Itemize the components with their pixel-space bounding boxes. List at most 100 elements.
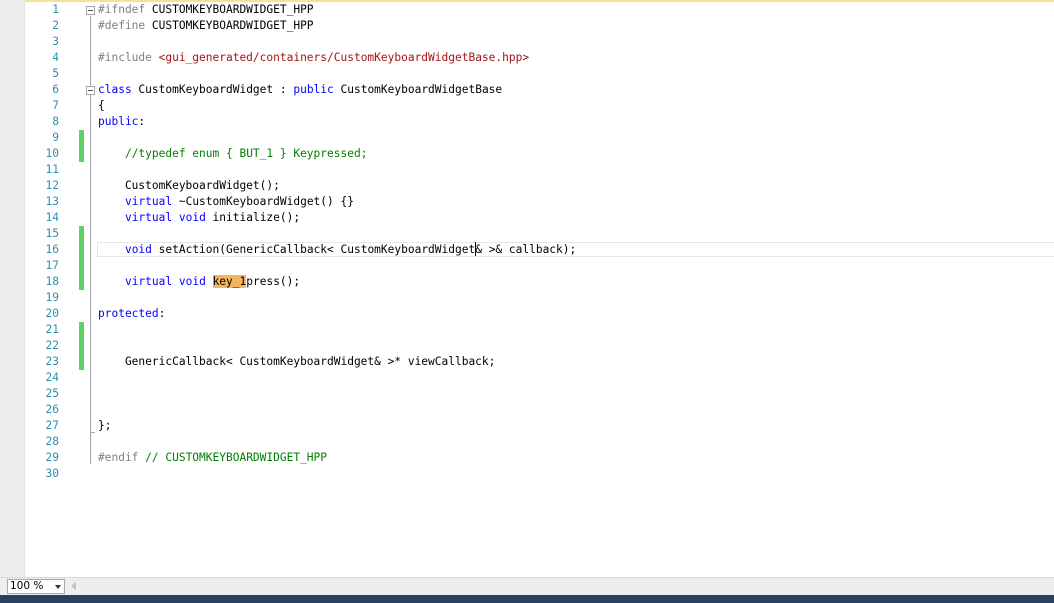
code-line[interactable]: 14 virtual void initialize(); <box>0 210 1054 226</box>
line-number: 19 <box>45 291 59 304</box>
code-token: //typedef enum { BUT_1 } Keypressed; <box>124 147 368 160</box>
code-text: #endif // CUSTOMKEYBOARDWIDGET_HPP <box>98 450 327 466</box>
code-line[interactable]: 18 virtual void key_1press(); <box>0 274 1054 290</box>
window-bottom-bar <box>0 595 1054 603</box>
code-text: #include <gui_generated/containers/Custo… <box>98 50 529 66</box>
code-text: #ifndef CUSTOMKEYBOARDWIDGET_HPP <box>98 2 314 18</box>
code-token: // CUSTOMKEYBOARDWIDGET_HPP <box>145 451 328 464</box>
code-line[interactable]: 27}; <box>0 418 1054 434</box>
code-token: #include <box>98 51 159 64</box>
line-number: 11 <box>45 163 59 176</box>
line-number: 20 <box>45 307 59 320</box>
line-number: 5 <box>52 67 59 80</box>
code-line[interactable]: 20 protected: <box>0 306 1054 322</box>
code-line[interactable]: 4 #include <gui_generated/containers/Cust… <box>0 50 1054 66</box>
line-number: 22 <box>45 339 59 352</box>
code-line[interactable]: 15 <box>0 226 1054 242</box>
code-token: virtual <box>124 195 173 208</box>
change-marker <box>79 354 84 370</box>
line-number: 25 <box>45 387 59 400</box>
code-token: protected <box>98 307 159 320</box>
code-line[interactable]: 23 GenericCallback< CustomKeyboardWidget… <box>0 354 1054 370</box>
code-token: { <box>98 99 105 112</box>
scroll-left-icon[interactable] <box>71 582 76 590</box>
code-line[interactable]: 3 <box>0 34 1054 50</box>
code-line[interactable]: 28 <box>0 434 1054 450</box>
code-text: void setAction(GenericCallback< CustomKe… <box>98 242 576 258</box>
line-number: 18 <box>45 275 59 288</box>
code-editor[interactable]: 1 #ifndef CUSTOMKEYBOARDWIDGET_HPP 2 #defin… <box>0 0 1054 577</box>
line-number: 26 <box>45 403 59 416</box>
code-token: void <box>124 243 152 256</box>
code-text: virtual void key_1press(); <box>98 274 300 290</box>
line-number: 24 <box>45 371 59 384</box>
code-token: ~CustomKeyboardWidget() {} <box>172 195 354 208</box>
code-line[interactable]: 26 <box>0 402 1054 418</box>
change-marker <box>79 226 84 242</box>
code-line[interactable]: 25 <box>0 386 1054 402</box>
code-text: { <box>98 98 105 114</box>
code-text: public: <box>98 114 145 130</box>
line-number: 15 <box>45 227 59 240</box>
code-line[interactable]: 10 //typedef enum { BUT_1 } Keypressed; <box>0 146 1054 162</box>
code-token: CUSTOMKEYBOARDWIDGET_HPP <box>151 19 314 32</box>
code-token: }; <box>98 419 112 432</box>
code-line[interactable]: 1 #ifndef CUSTOMKEYBOARDWIDGET_HPP <box>0 2 1054 18</box>
code-token: setAction(GenericCallback< CustomKeyboar… <box>151 243 476 256</box>
line-number: 2 <box>52 19 59 32</box>
line-number: 12 <box>45 179 59 192</box>
code-line[interactable]: 17 <box>0 258 1054 274</box>
code-token: public <box>98 115 139 128</box>
search-highlight: key_1 <box>212 275 247 288</box>
code-line[interactable]: 11 <box>0 162 1054 178</box>
code-line[interactable]: 16 void setAction(GenericCallback< Custo… <box>0 242 1054 258</box>
code-line[interactable]: 6 class CustomKeyboardWidget : public Cus… <box>0 82 1054 98</box>
change-marker <box>79 146 84 162</box>
code-text: #define CUSTOMKEYBOARDWIDGET_HPP <box>98 18 314 34</box>
code-token: & >& callback); <box>475 243 577 256</box>
code-token: void <box>178 275 206 288</box>
horizontal-scrollbar[interactable] <box>84 580 1050 593</box>
code-token: class <box>98 83 132 96</box>
line-number: 14 <box>45 211 59 224</box>
zoom-dropdown[interactable]: 100 % <box>7 579 65 594</box>
code-line[interactable]: 22 <box>0 338 1054 354</box>
collapse-class-icon[interactable] <box>86 86 95 95</box>
code-line[interactable]: 29 #endif // CUSTOMKEYBOARDWIDGET_HPP <box>0 450 1054 466</box>
outline-line-class <box>90 96 91 432</box>
code-line[interactable]: 12 CustomKeyboardWidget(); <box>0 178 1054 194</box>
code-line[interactable]: 24 <box>0 370 1054 386</box>
code-token: CustomKeyboardWidget : <box>131 83 294 96</box>
code-line[interactable]: 2 #define CUSTOMKEYBOARDWIDGET_HPP <box>0 18 1054 34</box>
code-token: : <box>138 115 146 128</box>
code-token: initialize(); <box>205 211 301 224</box>
code-line[interactable]: 13 virtual ~CustomKeyboardWidget() {} <box>0 194 1054 210</box>
code-token: public <box>293 83 334 96</box>
code-token: void <box>178 211 206 224</box>
code-text: protected: <box>98 306 165 322</box>
change-marker <box>79 242 84 258</box>
code-line[interactable]: 19 <box>0 290 1054 306</box>
collapse-ifndef-icon[interactable] <box>86 6 95 15</box>
code-line[interactable]: 21 <box>0 322 1054 338</box>
code-line[interactable]: 8 public: <box>0 114 1054 130</box>
line-number: 13 <box>45 195 59 208</box>
line-number: 17 <box>45 259 59 272</box>
line-number: 6 <box>52 83 59 96</box>
code-line[interactable]: 7{ <box>0 98 1054 114</box>
code-text: //typedef enum { BUT_1 } Keypressed; <box>98 146 367 162</box>
change-marker <box>79 322 84 338</box>
code-line[interactable]: 5 <box>0 66 1054 82</box>
code-line[interactable]: 9 <box>0 130 1054 146</box>
code-token: virtual <box>124 211 173 224</box>
line-number: 1 <box>52 3 59 16</box>
line-number: 27 <box>45 419 59 432</box>
code-line[interactable]: 30 <box>0 466 1054 482</box>
code-token: #ifndef <box>98 3 152 16</box>
line-number: 3 <box>52 35 59 48</box>
